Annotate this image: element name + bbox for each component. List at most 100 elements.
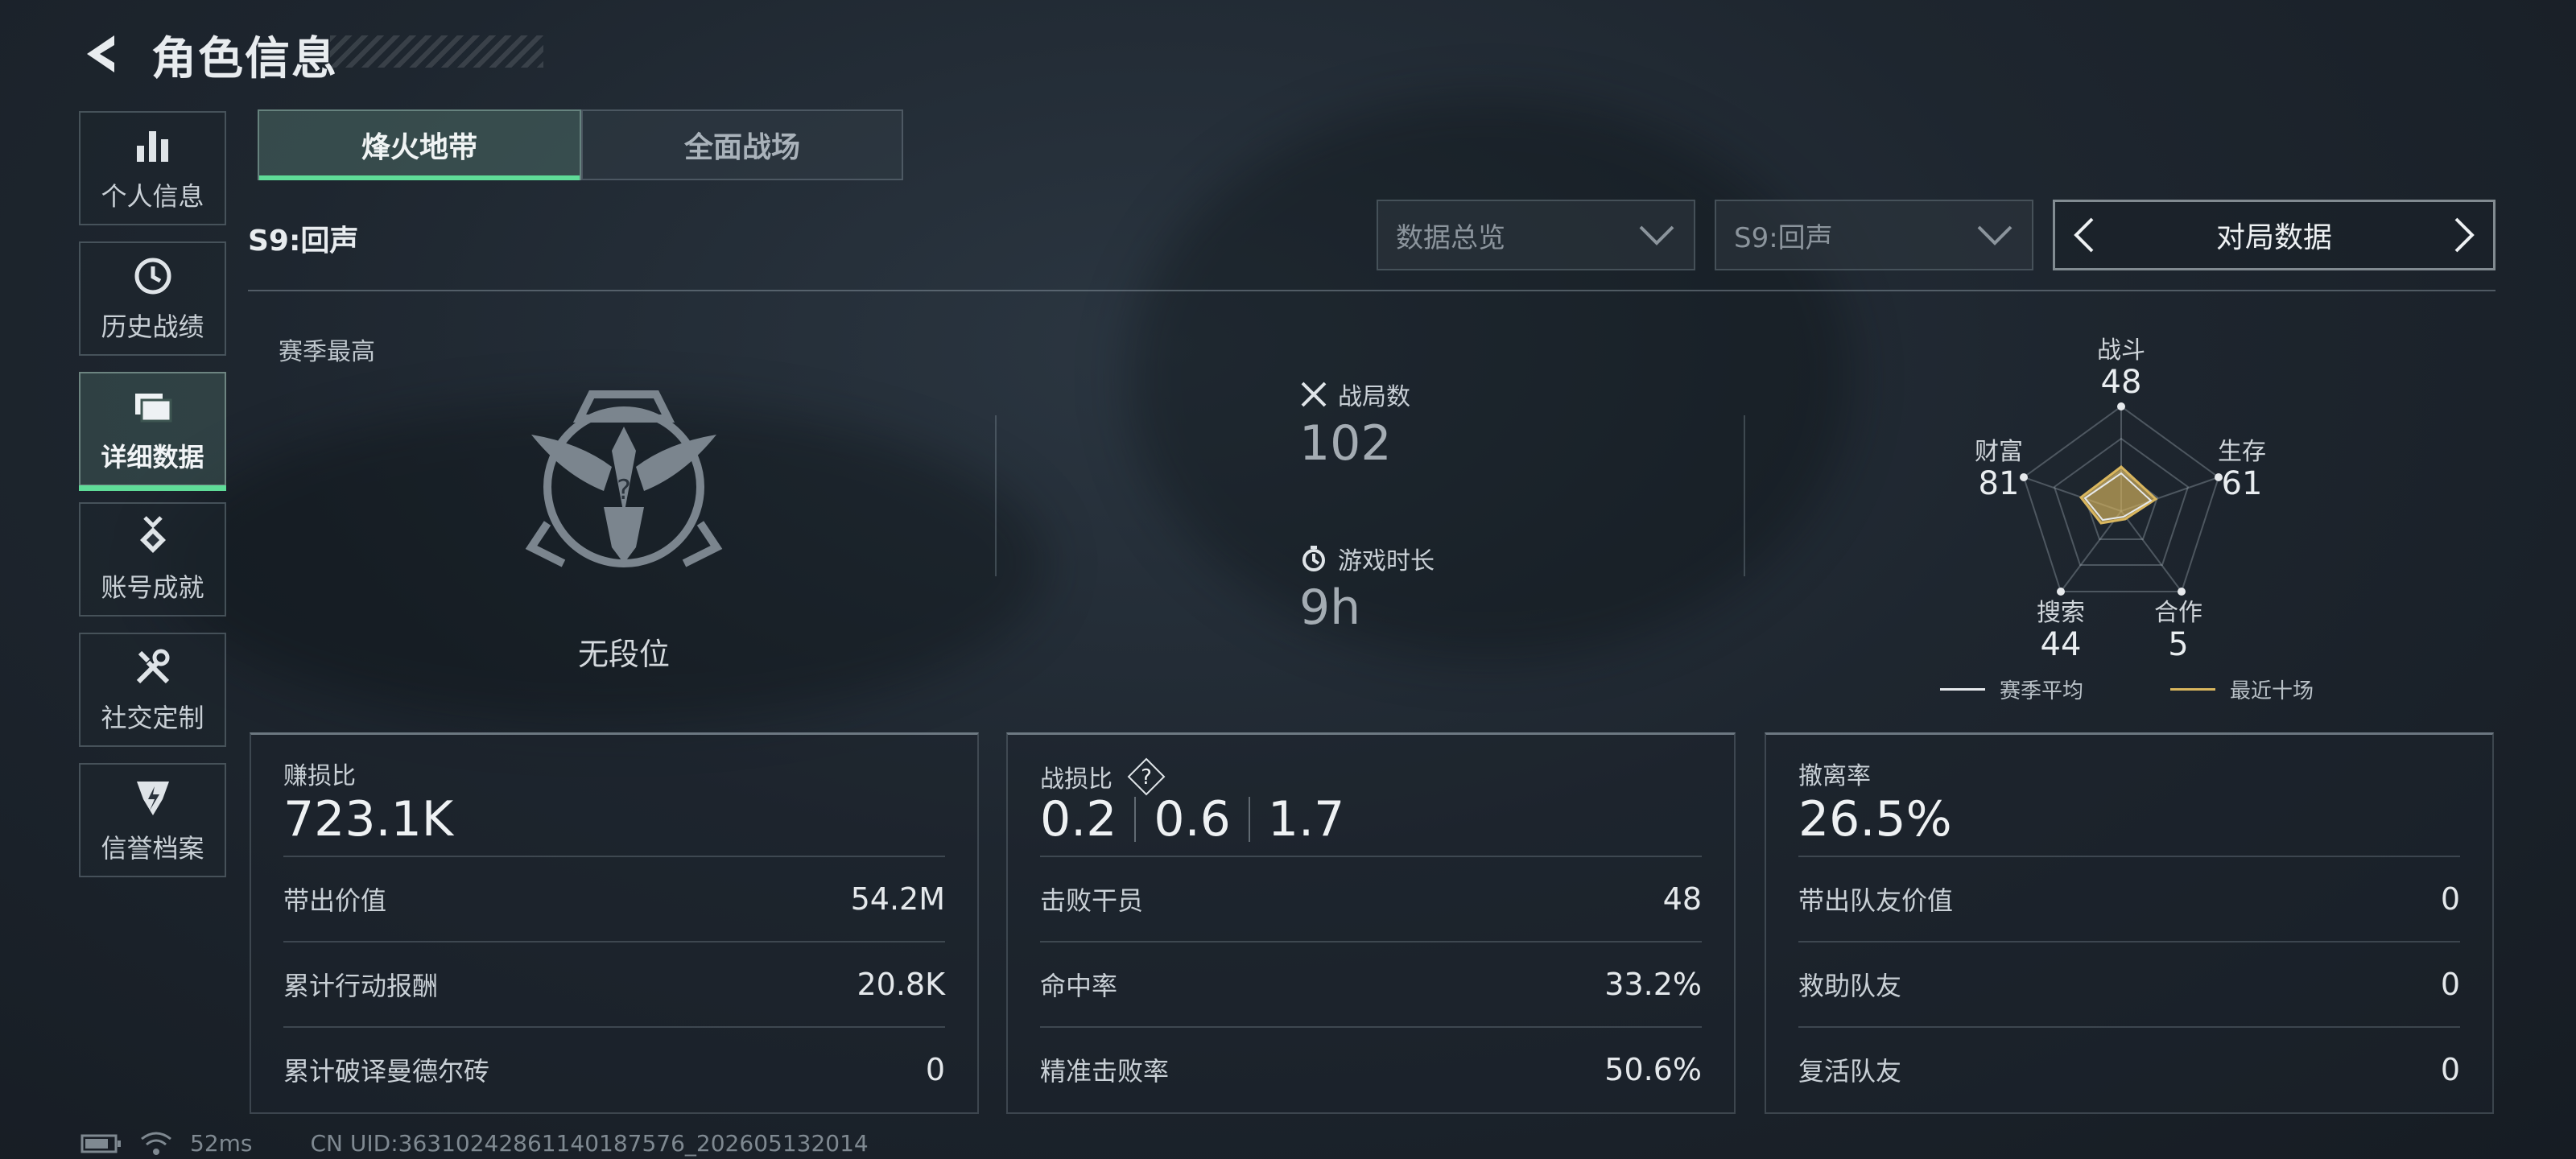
matches-stat: 战局数 102 bbox=[1299, 377, 1410, 472]
stat-value: 0 bbox=[2440, 967, 2460, 1002]
sidebar-item-label: 账号成就 bbox=[101, 572, 204, 603]
tab-beacon-zone[interactable]: 烽火地带 bbox=[258, 109, 581, 180]
page-title: 角色信息 bbox=[151, 33, 338, 85]
kd-ratio-value: 1.7 bbox=[1267, 791, 1345, 848]
legend-swatch bbox=[1940, 688, 1985, 691]
legend-label: 赛季平均 bbox=[2000, 679, 2084, 703]
stat-value: 0 bbox=[2440, 881, 2460, 917]
profit-panel: 赚损比 723.1K 带出价值 54.2M 累计行动报酬 20.8K 累计破译曼… bbox=[250, 732, 979, 1114]
stat-value: 48 bbox=[1662, 881, 1702, 917]
stat-value: 20.8K bbox=[857, 967, 945, 1002]
rank-emblem-icon: ? bbox=[525, 390, 723, 567]
legend-recent-ten: 最近十场 bbox=[2170, 674, 2314, 704]
crossed-swords-icon bbox=[1301, 382, 1327, 407]
chevron-left-icon[interactable] bbox=[2071, 216, 2095, 254]
wifi-icon bbox=[141, 1132, 171, 1155]
radar-axis-value: 61 bbox=[2221, 465, 2263, 502]
stat-row: 累计行动报酬 20.8K bbox=[283, 941, 945, 1026]
kd-ratio-value: 0.6 bbox=[1154, 791, 1231, 848]
bar-chart-icon bbox=[136, 131, 168, 162]
season-best-label: 赛季最高 bbox=[279, 338, 375, 366]
tools-icon bbox=[136, 649, 169, 684]
ping-value: 52ms bbox=[190, 1130, 253, 1157]
extract-panel: 撤离率 26.5% 带出队友价值 0 救助队友 0 复活队友 0 bbox=[1765, 732, 2494, 1114]
sidebar-item-social[interactable]: 社交定制 bbox=[79, 633, 226, 747]
stat-row: 带出队友价值 0 bbox=[1798, 856, 2460, 941]
sidebar-item-detailed-data[interactable]: 详细数据 bbox=[79, 372, 226, 491]
stat-row: 累计破译曼德尔砖 0 bbox=[283, 1026, 945, 1112]
stat-row: 救助队友 0 bbox=[1798, 941, 2460, 1026]
combat-panel: 战损比 ? 0.2 0.6 1.7 击败干员 48 命中率 33.2% 精准击败… bbox=[1006, 732, 1736, 1114]
legend-swatch bbox=[2170, 688, 2215, 691]
stat-row: 带出价值 54.2M bbox=[283, 856, 945, 941]
panel-main-value: 723.1K bbox=[283, 791, 454, 848]
dropdown-value: 数据总览 bbox=[1396, 221, 1505, 254]
radar-axis-value: 48 bbox=[2100, 364, 2142, 401]
stat-label: 复活队友 bbox=[1798, 1056, 1902, 1087]
dropdown-value: S9:回声 bbox=[1734, 221, 1833, 254]
ratio-separator bbox=[1134, 797, 1137, 842]
radar-axis-label: 生存 bbox=[2218, 438, 2266, 466]
stat-row: 击败干员 48 bbox=[1040, 856, 1702, 941]
stat-value: 54.2M bbox=[850, 881, 945, 917]
stat-row: 复活队友 0 bbox=[1798, 1026, 2460, 1112]
sidebar-item-history[interactable]: 历史战绩 bbox=[79, 241, 226, 356]
data-view-label: 对局数据 bbox=[2215, 221, 2332, 254]
stat-label: 救助队友 bbox=[1798, 971, 1902, 1001]
sidebar-item-label: 社交定制 bbox=[101, 703, 204, 733]
stat-row: 精准击败率 50.6% bbox=[1040, 1026, 1702, 1112]
radar-axis-value: 44 bbox=[2040, 626, 2082, 663]
stat-label: 累计行动报酬 bbox=[283, 971, 439, 1001]
sidebar-item-achievements[interactable]: 账号成就 bbox=[79, 502, 226, 617]
rank-name: 无段位 bbox=[577, 637, 670, 672]
stat-label: 击败干员 bbox=[1040, 885, 1144, 916]
stat-value: 50.6% bbox=[1604, 1052, 1702, 1087]
battery-icon bbox=[80, 1134, 121, 1153]
panel-main-value: 26.5% bbox=[1798, 791, 1952, 848]
matches-label: 战局数 bbox=[1338, 383, 1410, 411]
kd-ratios: 0.2 0.6 1.7 bbox=[1040, 791, 1344, 848]
chevron-down-icon bbox=[1977, 225, 2013, 245]
stat-label: 命中率 bbox=[1040, 971, 1118, 1001]
stat-value: 0 bbox=[2440, 1052, 2460, 1087]
sidebar-item-label: 信誉档案 bbox=[101, 833, 204, 864]
title-decoration bbox=[330, 35, 543, 68]
season-title: S9:回声 bbox=[248, 225, 359, 258]
radar-axis-label: 财富 bbox=[1975, 438, 2023, 466]
sidebar-item-label: 历史战绩 bbox=[101, 311, 204, 342]
panel-title: 撤离率 bbox=[1798, 762, 1871, 790]
shield-badge-icon bbox=[136, 782, 169, 815]
folders-icon bbox=[134, 394, 171, 423]
svg-text:?: ? bbox=[617, 474, 631, 506]
divider bbox=[995, 415, 997, 576]
chevron-down-icon bbox=[1639, 225, 1674, 245]
radar-axis-label: 合作 bbox=[2154, 599, 2202, 627]
legend-label: 最近十场 bbox=[2230, 679, 2314, 703]
playtime-label: 游戏时长 bbox=[1338, 547, 1435, 575]
radar-axis-value: 5 bbox=[2168, 626, 2189, 663]
radar-axis-label: 搜索 bbox=[2037, 599, 2085, 627]
radar-axis-label: 战斗 bbox=[2097, 336, 2145, 365]
tab-full-battlefield[interactable]: 全面战场 bbox=[581, 109, 903, 180]
kd-ratio-value: 0.2 bbox=[1040, 791, 1117, 848]
stat-value: 0 bbox=[925, 1052, 945, 1087]
stopwatch-icon bbox=[1302, 546, 1325, 571]
divider bbox=[1744, 415, 1745, 576]
help-glyph: ? bbox=[1141, 765, 1152, 790]
medal-icon bbox=[139, 516, 166, 553]
chevron-right-icon[interactable] bbox=[2453, 216, 2477, 254]
ratio-separator bbox=[1248, 797, 1250, 842]
data-type-dropdown[interactable]: 数据总览 bbox=[1377, 200, 1695, 270]
divider bbox=[248, 290, 2496, 291]
sidebar-item-label: 详细数据 bbox=[101, 442, 204, 472]
back-arrow-icon[interactable] bbox=[77, 29, 127, 79]
matches-value: 102 bbox=[1299, 415, 1392, 472]
season-dropdown[interactable]: S9:回声 bbox=[1715, 200, 2033, 270]
stat-label: 带出价值 bbox=[283, 885, 387, 916]
sidebar-item-reputation[interactable]: 信誉档案 bbox=[79, 763, 226, 877]
playtime-stat: 游戏时长 9h bbox=[1299, 541, 1435, 636]
data-view-switcher: 对局数据 bbox=[2053, 200, 2496, 270]
stat-label: 带出队友价值 bbox=[1798, 885, 1954, 916]
sidebar-item-personal-info[interactable]: 个人信息 bbox=[79, 111, 226, 225]
panel-title: 赚损比 bbox=[283, 762, 356, 790]
